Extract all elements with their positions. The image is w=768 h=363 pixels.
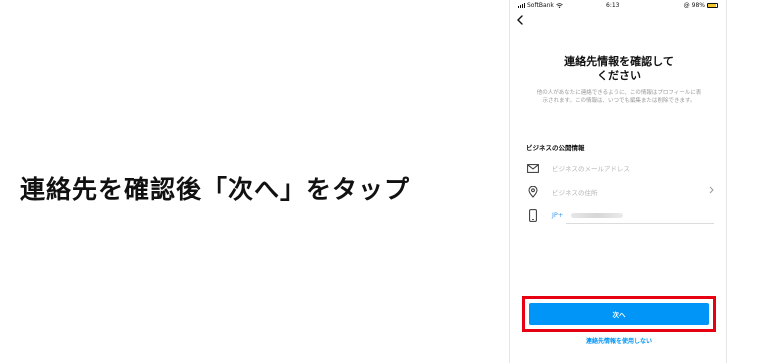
phone-icon [526, 208, 540, 222]
mail-icon [526, 161, 540, 175]
battery-percent: 98% [691, 2, 705, 9]
page-title: 連絡先情報を確認して ください [564, 55, 674, 82]
email-placeholder: ビジネスのメールアドレス [552, 165, 630, 173]
email-field[interactable]: ビジネスのメールアドレス [526, 157, 714, 179]
field-underline [566, 223, 714, 224]
skip-contact-link[interactable]: 連絡先情報を使用しない [530, 336, 708, 345]
phone-screen: SoftBank 6:13 @ 98% 連絡先情報を確認して ください 他の人が… [509, 0, 727, 363]
location-icon: @ [683, 2, 690, 9]
instruction-caption: 連絡先を確認後「次へ」をタップ [20, 175, 411, 204]
country-code[interactable]: JP+ [552, 211, 563, 219]
signal-icon [518, 3, 525, 8]
carrier-label: SoftBank [527, 2, 554, 9]
status-time: 6:13 [606, 2, 620, 9]
address-placeholder: ビジネスの住所 [552, 189, 598, 197]
next-button[interactable]: 次へ [529, 303, 709, 325]
chevron-right-icon [709, 186, 714, 197]
phone-field[interactable]: JP+ [526, 204, 714, 226]
battery-icon [707, 3, 718, 8]
status-bar: SoftBank 6:13 @ 98% [510, 0, 726, 12]
page-description: 他の人があなたに連絡できるように、この情報はプロフィールに表示されます。この情報… [536, 90, 702, 104]
back-button[interactable] [516, 14, 524, 28]
wifi-icon [556, 3, 563, 8]
location-pin-icon [526, 185, 540, 199]
chevron-left-icon [517, 15, 523, 25]
phone-number-value [571, 212, 624, 218]
section-label: ビジネスの公開情報 [526, 144, 585, 152]
address-field[interactable]: ビジネスの住所 [526, 181, 714, 203]
